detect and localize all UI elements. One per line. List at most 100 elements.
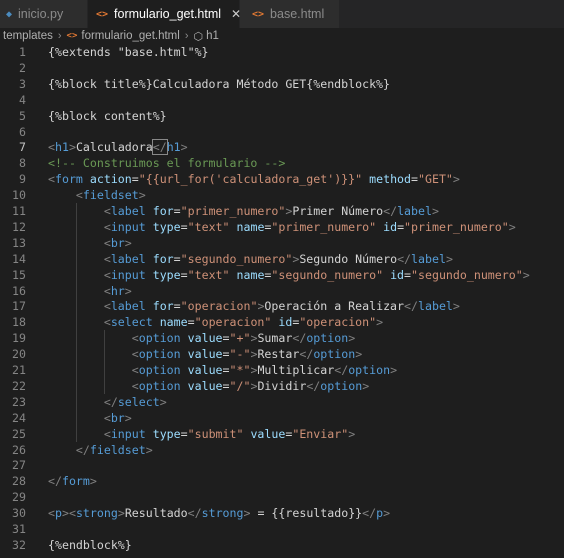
- code-line[interactable]: 17 <label for="operacion">Operación a Re…: [0, 298, 564, 314]
- code-token: fieldset: [89, 442, 146, 457]
- code-token: <: [131, 331, 139, 346]
- code-editor[interactable]: 1 {%extends "base.html"%} 2 3 {%block title%…: [0, 44, 564, 558]
- code-line[interactable]: 29: [0, 489, 564, 505]
- code-text: <!-- Construimos el formulario -->: [48, 155, 285, 171]
- code-token: </: [75, 442, 90, 457]
- code-token: <!-- Construimos el formulario -->: [48, 156, 286, 171]
- code-line[interactable]: 16 <hr>: [0, 283, 564, 299]
- code-token: =: [222, 331, 230, 346]
- code-line[interactable]: 19 <option value="+">Sumar</option>: [0, 330, 564, 346]
- code-line[interactable]: 15 <input type="text" name="segundo_nume…: [0, 267, 564, 283]
- code-token: input: [110, 426, 146, 441]
- code-token: ><: [61, 506, 76, 521]
- code-token: value: [250, 426, 286, 441]
- code-line[interactable]: 23 </select>: [0, 394, 564, 410]
- code-line[interactable]: 18 <select name="operacion" id="operacio…: [0, 314, 564, 330]
- code-line[interactable]: 10 <fieldset>: [0, 187, 564, 203]
- code-text: <label for="primer_numero">Primer Número…: [48, 203, 439, 219]
- code-token: =: [222, 363, 230, 377]
- code-text: <fieldset>: [48, 187, 146, 203]
- code-token: type: [152, 219, 181, 234]
- code-token: value: [187, 331, 223, 346]
- code-text: <input type="submit" value="Enviar">: [48, 426, 355, 442]
- code-token: =: [173, 299, 181, 314]
- code-token: input: [110, 219, 146, 234]
- code-token: option: [306, 331, 349, 346]
- code-token: <: [75, 188, 83, 203]
- code-line[interactable]: 11 <label for="primer_numero">Primer Núm…: [0, 203, 564, 219]
- code-line[interactable]: 9 <form action="{{url_for('calculadora_ge…: [0, 171, 564, 187]
- code-token: type: [152, 267, 181, 282]
- code-line[interactable]: 3 {%block title%}Calculadora Método GET{%…: [0, 76, 564, 92]
- code-token: Operación a Realizar: [264, 299, 405, 314]
- breadcrumb: templates › <> formulario_get.html › ⬡ h…: [0, 28, 564, 44]
- code-token: input: [110, 267, 146, 282]
- code-token: <: [131, 363, 139, 377]
- code-line[interactable]: 25 <input type="submit" value="Enviar">: [0, 426, 564, 442]
- breadcrumb-symbol[interactable]: h1: [206, 30, 219, 42]
- code-line[interactable]: 22 <option value="/">Dividir</option>: [0, 378, 564, 394]
- code-token: select: [110, 315, 153, 330]
- code-line[interactable]: 12 <input type="text" name="primer_numer…: [0, 219, 564, 235]
- line-number: 26: [12, 442, 26, 457]
- line-number: 14: [12, 251, 26, 266]
- code-token: {%extends "base.html"%}: [48, 45, 209, 59]
- code-token: </: [383, 204, 398, 218]
- line-number: 1: [19, 45, 26, 59]
- code-line[interactable]: 2: [0, 60, 564, 76]
- code-line[interactable]: 27: [0, 457, 564, 473]
- code-line[interactable]: 21 <option value="*">Multiplicar</option…: [0, 362, 564, 378]
- code-token: name: [236, 219, 265, 234]
- tab-base-html[interactable]: <> base.html: [240, 0, 340, 28]
- code-line[interactable]: 4: [0, 92, 564, 108]
- code-line[interactable]: 7 <h1>Calculadora</h1>: [0, 139, 564, 156]
- code-token: id: [278, 315, 293, 330]
- code-token: =: [397, 219, 405, 234]
- code-line[interactable]: 31: [0, 521, 564, 537]
- code-token: form: [61, 474, 90, 489]
- code-line[interactable]: 26 </fieldset>: [0, 442, 564, 458]
- code-line[interactable]: 1 {%extends "base.html"%}: [0, 44, 564, 60]
- code-token: option: [320, 378, 363, 393]
- code-token: for: [152, 204, 174, 218]
- code-text: <option value="+">Sumar</option>: [48, 330, 355, 346]
- line-number: 22: [12, 378, 26, 393]
- code-line[interactable]: 30 <p><strong>Resultado</strong> = {{resu…: [0, 505, 564, 521]
- breadcrumb-folder[interactable]: templates: [3, 30, 53, 42]
- code-token: label: [418, 299, 453, 314]
- code-token: label: [110, 299, 146, 314]
- code-token: >: [68, 140, 76, 155]
- code-line[interactable]: 28 </form>: [0, 473, 564, 489]
- code-line[interactable]: 20 <option value="-">Restar</option>: [0, 346, 564, 362]
- breadcrumb-file[interactable]: formulario_get.html: [81, 30, 179, 42]
- code-token: {%block title%}Calculadora Método GET{%e…: [48, 76, 391, 91]
- code-token: strong: [201, 506, 244, 521]
- code-line[interactable]: 13 <br>: [0, 235, 564, 251]
- code-line[interactable]: 32 {%endblock%}: [0, 537, 564, 553]
- code-token: >: [124, 235, 132, 250]
- tab-formulario-get-html[interactable]: <> formulario_get.html ✕: [88, 0, 241, 28]
- code-text: </fieldset>: [48, 442, 153, 458]
- code-line[interactable]: 5 {%block content%}: [0, 108, 564, 124]
- code-line[interactable]: 8 <!-- Construimos el formulario -->: [0, 155, 564, 171]
- tab-inicio-py[interactable]: ◆ inicio.py: [0, 0, 88, 28]
- code-token: "/": [229, 378, 251, 393]
- code-token: id: [383, 219, 398, 234]
- tab-bar: ◆ inicio.py <> formulario_get.html ✕ <> …: [0, 0, 564, 28]
- code-line[interactable]: 6: [0, 124, 564, 140]
- code-text: </select>: [48, 394, 167, 410]
- code-token: >: [180, 140, 188, 155]
- code-line[interactable]: 14 <label for="segundo_numero">Segundo N…: [0, 251, 564, 267]
- code-token: hr: [110, 283, 125, 298]
- code-token: </: [362, 506, 377, 521]
- code-token: name: [236, 267, 265, 282]
- code-token: >: [452, 172, 460, 187]
- code-token: method: [369, 172, 412, 187]
- code-line[interactable]: 24 <br>: [0, 410, 564, 426]
- code-token: <: [103, 299, 111, 314]
